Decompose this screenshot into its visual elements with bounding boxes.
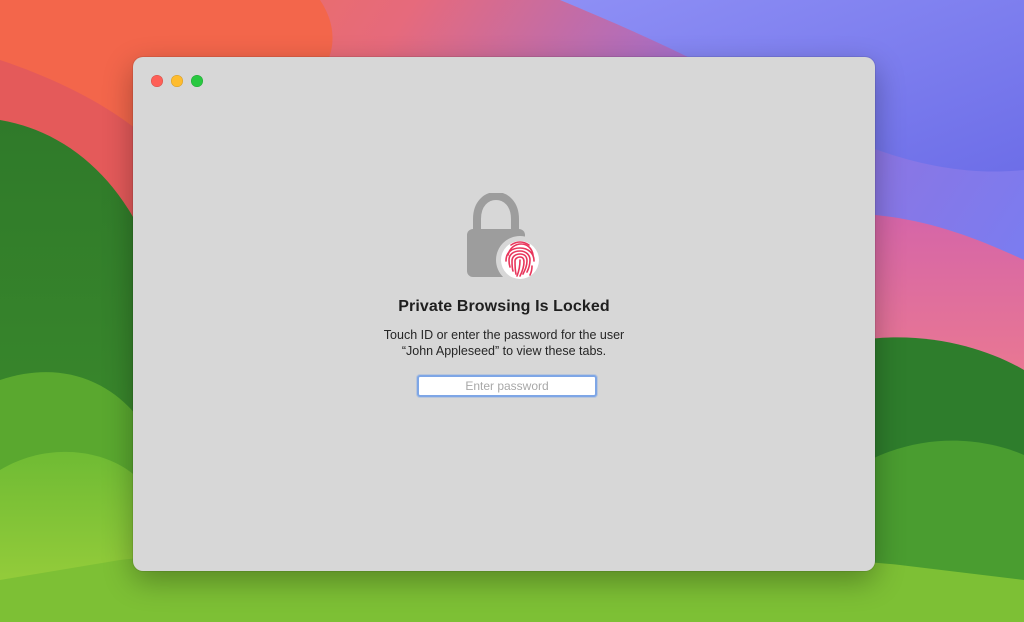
close-window-button[interactable] bbox=[151, 75, 163, 87]
window-controls bbox=[151, 75, 203, 87]
desktop: Private Browsing Is Locked Touch ID or e… bbox=[0, 0, 1024, 622]
locked-message-line-2: “John Appleseed” to view these tabs. bbox=[401, 344, 607, 358]
minimize-window-button[interactable] bbox=[171, 75, 183, 87]
lock-fingerprint-icon bbox=[464, 191, 544, 285]
lock-icon bbox=[467, 191, 544, 284]
locked-message: Touch ID or enter the password for the u… bbox=[133, 327, 875, 359]
locked-message-line-1: Touch ID or enter the password for the u… bbox=[383, 328, 625, 342]
password-input[interactable] bbox=[417, 375, 597, 397]
fingerprint-icon bbox=[501, 241, 539, 279]
locked-title: Private Browsing Is Locked bbox=[398, 298, 610, 315]
browser-window: Private Browsing Is Locked Touch ID or e… bbox=[133, 57, 875, 571]
zoom-window-button[interactable] bbox=[191, 75, 203, 87]
